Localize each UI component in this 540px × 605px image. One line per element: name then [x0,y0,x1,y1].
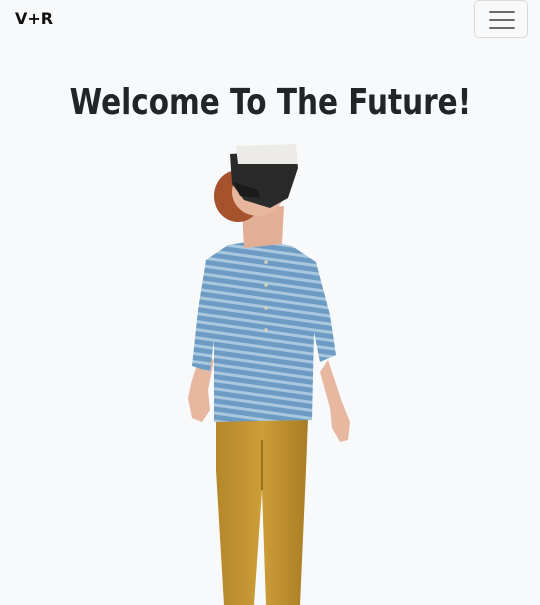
hamburger-menu-icon-bar-3 [489,27,515,29]
right-arm [320,360,350,442]
hamburger-menu-icon [489,11,515,13]
hero-title: Welcome To The Future! [69,82,472,123]
brand-logo[interactable]: V+R [15,9,53,28]
navbar-toggle-button[interactable] [474,0,528,38]
navbar: V+R [0,0,540,40]
vr-boy-image [188,144,350,605]
shirt [192,240,336,422]
hamburger-menu-icon-bar-2 [489,19,515,21]
